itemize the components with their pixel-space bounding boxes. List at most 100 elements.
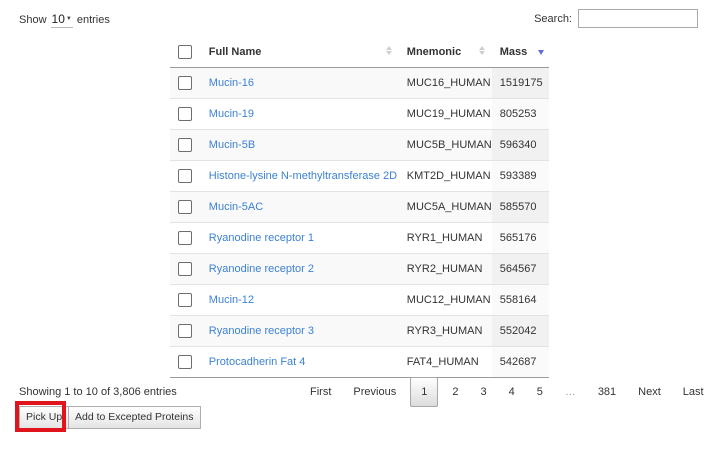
full-name-header-label: Full Name — [208, 45, 262, 58]
pagination: First Previous 1 2 3 4 5 … 381 Next Last — [299, 377, 710, 407]
search-control: Search: — [534, 9, 698, 28]
mass-cell: 552042 — [491, 315, 549, 347]
row-checkbox[interactable] — [178, 262, 192, 276]
full-name-cell: Mucin-19 — [194, 98, 399, 130]
entries-per-page-select[interactable]: 10 ▼ — [50, 12, 73, 28]
mnemonic-cell: RYR3_HUMAN — [398, 315, 492, 347]
mass-cell: 542687 — [491, 346, 549, 378]
add-to-excepted-proteins-button[interactable]: Add to Excepted Proteins — [68, 406, 201, 429]
sort-both-icon — [478, 46, 485, 55]
row-checkbox[interactable] — [178, 293, 192, 307]
full-name-cell: Mucin-5B — [194, 129, 399, 161]
highlight-box — [15, 401, 66, 432]
table-row: Mucin-5AC MUC5A_HUMAN 585570 — [170, 191, 549, 223]
row-checkbox[interactable] — [178, 169, 192, 183]
previous-page-button[interactable]: Previous — [342, 377, 407, 407]
row-checkbox-cell — [170, 129, 195, 161]
page-button-2[interactable]: 2 — [441, 377, 469, 407]
table-row: Protocadherin Fat 4 FAT4_HUMAN 542687 — [170, 346, 549, 378]
first-page-button[interactable]: First — [299, 377, 342, 407]
page-button-1[interactable]: 1 — [410, 377, 439, 407]
mnemonic-cell: RYR1_HUMAN — [398, 222, 492, 254]
protein-name-link[interactable]: Ryanodine receptor 2 — [209, 263, 314, 275]
full-name-cell: Ryanodine receptor 2 — [194, 253, 399, 285]
full-name-cell: Ryanodine receptor 1 — [194, 222, 399, 254]
full-name-header[interactable]: Full Name — [194, 36, 399, 68]
mnemonic-cell: MUC16_HUMAN — [398, 67, 492, 99]
table-row: Ryanodine receptor 3 RYR3_HUMAN 552042 — [170, 315, 549, 347]
page-button-5[interactable]: 5 — [526, 377, 554, 407]
protein-name-link[interactable]: Ryanodine receptor 1 — [209, 232, 314, 244]
row-checkbox-cell — [170, 284, 195, 316]
protein-name-link[interactable]: Mucin-12 — [209, 294, 254, 306]
row-checkbox[interactable] — [178, 107, 192, 121]
full-name-cell: Histone-lysine N-methyltransferase 2D — [194, 160, 399, 192]
row-checkbox[interactable] — [178, 355, 192, 369]
table-row: Mucin-5B MUC5B_HUMAN 596340 — [170, 129, 549, 161]
full-name-cell: Mucin-16 — [194, 67, 399, 99]
full-name-cell: Mucin-12 — [194, 284, 399, 316]
row-checkbox-cell — [170, 346, 195, 378]
last-page-button[interactable]: Last — [672, 377, 710, 407]
row-checkbox[interactable] — [178, 231, 192, 245]
mnemonic-cell: MUC19_HUMAN — [398, 98, 492, 130]
mass-header-label: Mass — [499, 45, 528, 58]
page-button-381[interactable]: 381 — [587, 377, 627, 407]
table-row: Mucin-19 MUC19_HUMAN 805253 — [170, 98, 549, 130]
protein-name-link[interactable]: Mucin-5AC — [209, 201, 263, 213]
full-name-cell: Ryanodine receptor 3 — [194, 315, 399, 347]
table-info: Showing 1 to 10 of 3,806 entries — [19, 386, 177, 398]
mass-cell: 558164 — [491, 284, 549, 316]
mass-header[interactable]: Mass — [491, 36, 549, 68]
row-checkbox-cell — [170, 160, 195, 192]
row-checkbox[interactable] — [178, 76, 192, 90]
protein-name-link[interactable]: Mucin-16 — [209, 77, 254, 89]
row-checkbox-cell — [170, 191, 195, 223]
protein-name-link[interactable]: Mucin-19 — [209, 108, 254, 120]
table-header-row: Full Name Mnemonic Mass — [170, 36, 549, 68]
row-checkbox-cell — [170, 253, 195, 285]
mnemonic-cell: MUC5A_HUMAN — [398, 191, 492, 223]
sort-both-icon — [385, 46, 392, 55]
search-input[interactable] — [578, 9, 698, 28]
mass-cell: 593389 — [491, 160, 549, 192]
page-button-3[interactable]: 3 — [469, 377, 497, 407]
pagination-ellipsis: … — [564, 386, 576, 398]
full-name-cell: Protocadherin Fat 4 — [194, 346, 399, 378]
row-checkbox[interactable] — [178, 324, 192, 338]
row-checkbox-cell — [170, 315, 195, 347]
table-row: Histone-lysine N-methyltransferase 2D KMT… — [170, 160, 549, 192]
mnemonic-header[interactable]: Mnemonic — [398, 36, 492, 68]
select-all-header — [170, 36, 195, 68]
protein-name-link[interactable]: Ryanodine receptor 3 — [209, 325, 314, 337]
mnemonic-header-label: Mnemonic — [406, 45, 462, 58]
row-checkbox-cell — [170, 98, 195, 130]
search-label: Search: — [534, 12, 572, 25]
mass-cell: 1519175 — [491, 67, 549, 99]
caret-down-icon: ▼ — [65, 16, 72, 22]
mass-cell: 585570 — [491, 191, 549, 223]
row-checkbox[interactable] — [178, 138, 192, 152]
row-checkbox[interactable] — [178, 200, 192, 214]
table-row: Ryanodine receptor 1 RYR1_HUMAN 565176 — [170, 222, 549, 254]
mnemonic-cell: MUC12_HUMAN — [398, 284, 492, 316]
sort-descending-icon — [538, 50, 544, 55]
mass-cell: 564567 — [491, 253, 549, 285]
select-all-checkbox[interactable] — [178, 44, 192, 59]
show-label: Show — [19, 14, 47, 26]
mnemonic-cell: RYR2_HUMAN — [398, 253, 492, 285]
page-button-4[interactable]: 4 — [498, 377, 526, 407]
entries-per-page-value: 10 — [51, 12, 65, 26]
protein-name-link[interactable]: Mucin-5B — [209, 139, 255, 151]
mnemonic-cell: FAT4_HUMAN — [398, 346, 492, 378]
table-row: Mucin-12 MUC12_HUMAN 558164 — [170, 284, 549, 316]
protein-name-link[interactable]: Protocadherin Fat 4 — [209, 356, 306, 368]
next-page-button[interactable]: Next — [627, 377, 672, 407]
table-row: Ryanodine receptor 2 RYR2_HUMAN 564567 — [170, 253, 549, 285]
row-checkbox-cell — [170, 67, 195, 99]
protein-table: Full Name Mnemonic Mass Mucin-16 MUC16_HU… — [170, 36, 549, 378]
mass-cell: 805253 — [491, 98, 549, 130]
length-control: Show 10 ▼ entries — [19, 12, 110, 28]
mnemonic-cell: MUC5B_HUMAN — [398, 129, 492, 161]
protein-name-link[interactable]: Histone-lysine N-methyltransferase 2D — [209, 170, 397, 182]
